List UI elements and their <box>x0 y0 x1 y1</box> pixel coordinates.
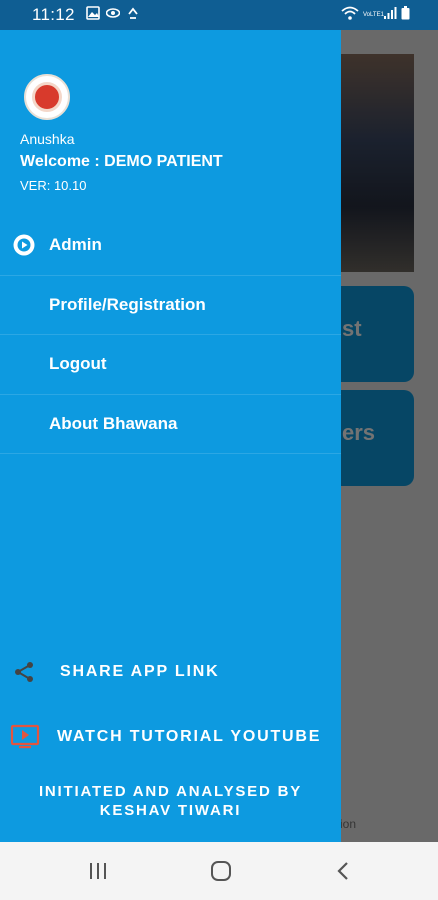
signal-icon <box>383 6 397 25</box>
credits-line-1: INITIATED AND ANALYSED BY <box>38 783 303 800</box>
navigation-drawer: Anushka Welcome : DEMO PATIENT VER: 10.1… <box>0 30 341 842</box>
tv-play-icon <box>10 724 40 750</box>
home-icon[interactable] <box>206 856 236 886</box>
menu-item-about[interactable]: About Bhawana <box>0 395 341 454</box>
system-nav-bar <box>0 842 438 900</box>
sync-icon <box>126 6 140 20</box>
back-icon[interactable] <box>328 856 358 886</box>
battery-icon <box>401 6 410 25</box>
volte-icon: VoLTE1 <box>363 12 384 18</box>
user-name: Anushka <box>20 131 75 147</box>
welcome-text: Welcome : DEMO PATIENT <box>20 153 223 170</box>
menu-item-profile-registration[interactable]: Profile/Registration <box>0 276 341 335</box>
version-text: VER: 10.10 <box>20 178 87 193</box>
menu-item-label: Logout <box>49 354 107 374</box>
menu-item-label: About Bhawana <box>49 413 178 433</box>
status-left-icons <box>86 6 140 20</box>
menu-item-admin[interactable]: Admin <box>0 216 341 276</box>
wifi-icon <box>341 6 359 25</box>
logo-emblem <box>32 82 62 112</box>
watch-tutorial-button[interactable]: WATCH TUTORIAL YOUTUBE <box>0 720 341 756</box>
status-bar: 11:12 VoLTE1 <box>0 0 438 30</box>
menu-item-logout[interactable]: Logout <box>0 335 341 395</box>
credits-line-2: KESHAV TIWARI <box>99 802 242 819</box>
status-time: 11:12 <box>32 5 75 24</box>
share-app-link-label: SHARE APP LINK <box>60 663 220 680</box>
menu-item-label: Profile/Registration <box>49 294 206 314</box>
credits: INITIATED AND ANALYSED BY KESHAV TIWARI <box>0 782 341 820</box>
watch-tutorial-label: WATCH TUTORIAL YOUTUBE <box>57 728 322 745</box>
image-icon <box>86 6 100 20</box>
play-circle-icon <box>12 233 36 257</box>
app-logo <box>24 74 70 120</box>
drawer-menu: Admin Profile/Registration Logout About … <box>0 216 341 454</box>
eye-icon <box>105 6 121 20</box>
share-icon <box>12 660 36 684</box>
status-right-icons: VoLTE1 <box>341 6 410 25</box>
menu-item-label: Admin <box>49 235 102 255</box>
recent-apps-icon[interactable] <box>83 856 113 886</box>
share-app-link-button[interactable]: SHARE APP LINK <box>0 655 341 691</box>
